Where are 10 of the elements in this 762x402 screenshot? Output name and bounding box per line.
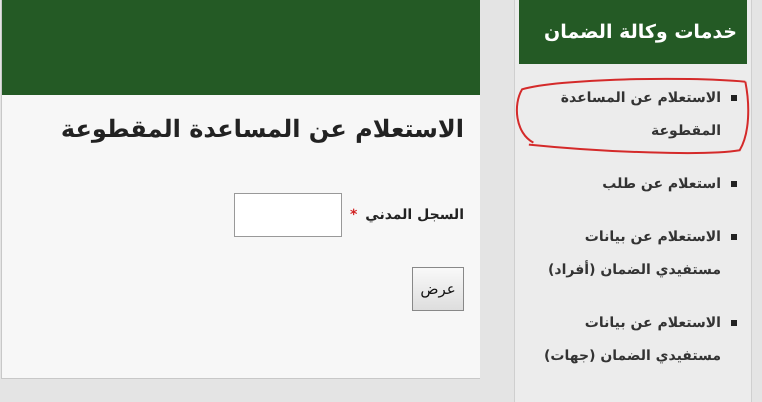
sidebar-link[interactable]: استعلام عن طلب [519, 168, 737, 201]
sidebar-link[interactable]: الاستعلام عن بيانات مستفيدي الضمان (جهات) [519, 307, 737, 373]
page-title: الاستعلام عن المساعدة المقطوعة [60, 115, 464, 143]
show-button[interactable]: عرض [412, 267, 464, 311]
required-icon: * [350, 207, 358, 223]
field-label: السجل المدني [365, 207, 464, 223]
sidebar-title: خدمات وكالة الضمان [519, 0, 747, 64]
civil-registry-field[interactable] [234, 193, 342, 237]
sidebar-link[interactable]: الاستعلام عن المساعدة المقطوعة [519, 82, 737, 148]
sidebar-link[interactable]: الاستعلام عن بيانات مستفيدي الضمان (أفراد) [519, 221, 737, 287]
